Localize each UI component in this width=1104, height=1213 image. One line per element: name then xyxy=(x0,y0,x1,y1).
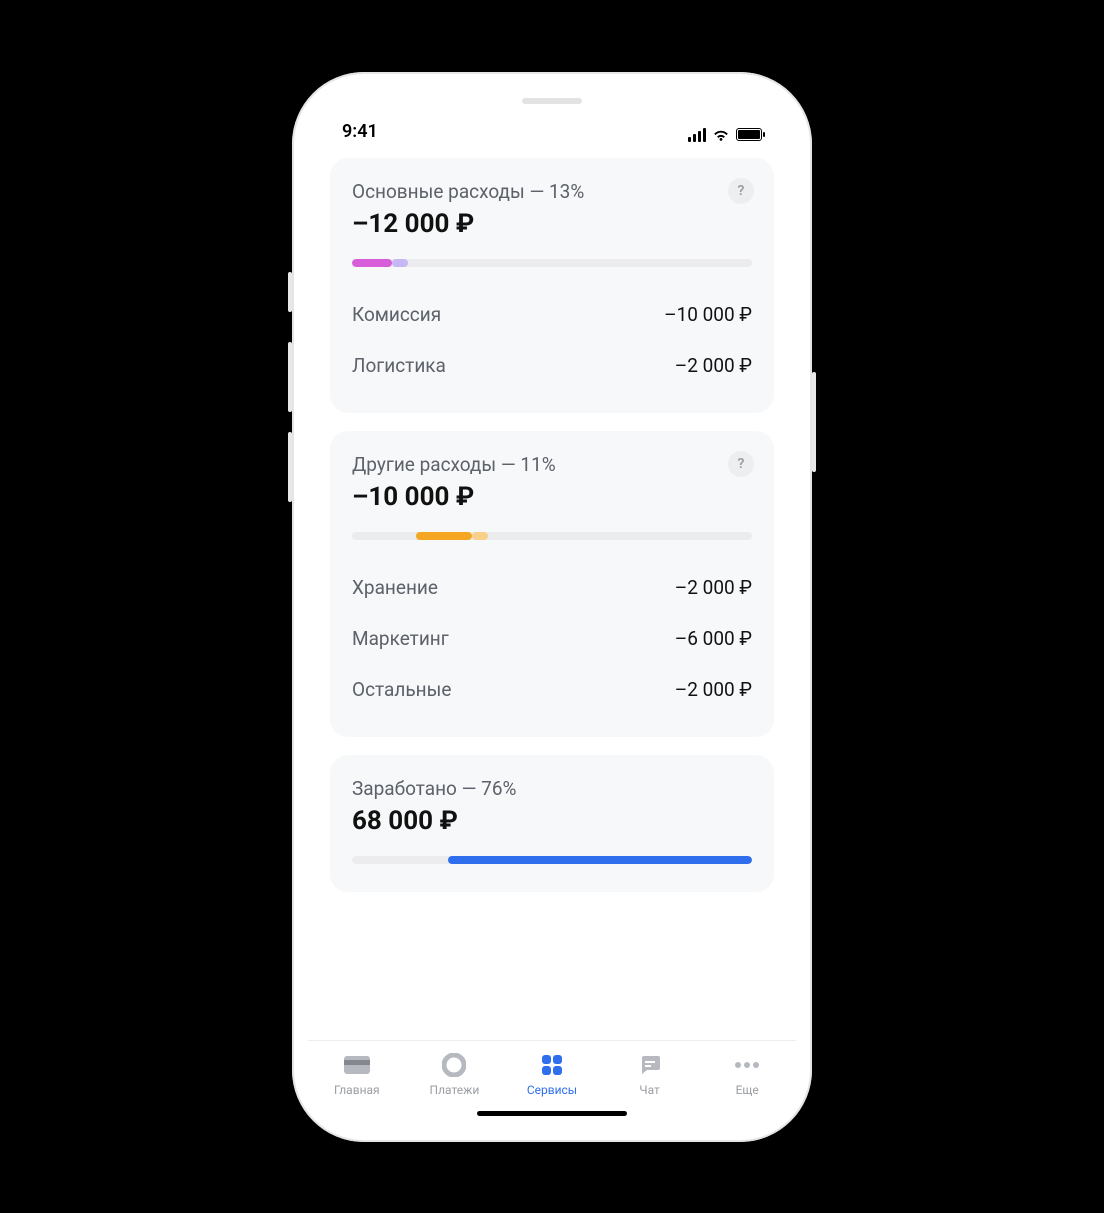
notch xyxy=(462,88,642,118)
chat-icon xyxy=(636,1051,664,1079)
card-main-expenses[interactable]: ? Основные расходы — 13% –12 000 ₽ Комис… xyxy=(330,158,774,413)
line-item[interactable]: Комиссия –10 000 ₽ xyxy=(352,289,752,340)
tab-services[interactable]: Сервисы xyxy=(517,1051,587,1097)
line-item-value: –2 000 ₽ xyxy=(675,576,752,599)
battery-icon xyxy=(736,128,762,141)
home-indicator[interactable] xyxy=(477,1111,627,1116)
tab-label: Чат xyxy=(639,1083,659,1097)
help-icon[interactable]: ? xyxy=(728,178,754,204)
grid-icon xyxy=(538,1051,566,1079)
line-item-label: Хранение xyxy=(352,576,438,599)
line-item[interactable]: Маркетинг –6 000 ₽ xyxy=(352,613,752,664)
line-item-value: –2 000 ₽ xyxy=(675,354,752,377)
tab-payments[interactable]: Платежи xyxy=(419,1051,489,1097)
line-item-label: Логистика xyxy=(352,354,446,377)
line-item-label: Остальные xyxy=(352,678,451,701)
dots-icon xyxy=(733,1051,761,1079)
line-item-value: –6 000 ₽ xyxy=(675,627,752,650)
card-earned[interactable]: Заработано — 76% 68 000 ₽ xyxy=(330,755,774,892)
line-items: Комиссия –10 000 ₽ Логистика –2 000 ₽ xyxy=(352,289,752,391)
phone-screen: 9:41 ? Основные расходы — 13% –12 000 ₽ … xyxy=(308,88,796,1126)
tab-label: Еще xyxy=(736,1083,759,1097)
line-item[interactable]: Остальные –2 000 ₽ xyxy=(352,664,752,715)
card-other-expenses[interactable]: ? Другие расходы — 11% –10 000 ₽ Хранени… xyxy=(330,431,774,737)
signal-icon xyxy=(688,128,706,142)
card-amount: 68 000 ₽ xyxy=(352,806,752,836)
card-amount: –10 000 ₽ xyxy=(352,482,752,512)
card-icon xyxy=(343,1051,371,1079)
line-item[interactable]: Логистика –2 000 ₽ xyxy=(352,340,752,391)
card-title: Другие расходы — 11% xyxy=(352,453,752,476)
card-title: Основные расходы — 13% xyxy=(352,180,752,203)
status-time: 9:41 xyxy=(342,121,378,142)
progress-bar xyxy=(352,259,752,267)
tab-home[interactable]: Главная xyxy=(322,1051,392,1097)
line-item-value: –2 000 ₽ xyxy=(675,678,752,701)
phone-frame: 9:41 ? Основные расходы — 13% –12 000 ₽ … xyxy=(292,72,812,1142)
help-icon[interactable]: ? xyxy=(728,451,754,477)
content: ? Основные расходы — 13% –12 000 ₽ Комис… xyxy=(308,144,796,1040)
line-item-label: Маркетинг xyxy=(352,627,449,650)
tab-label: Сервисы xyxy=(527,1083,577,1097)
tab-more[interactable]: Еще xyxy=(712,1051,782,1097)
line-items: Хранение –2 000 ₽ Маркетинг –6 000 ₽ Остальн… xyxy=(352,562,752,715)
wifi-icon xyxy=(712,128,730,142)
tab-label: Платежи xyxy=(430,1083,480,1097)
circle-icon xyxy=(440,1051,468,1079)
line-item[interactable]: Хранение –2 000 ₽ xyxy=(352,562,752,613)
tab-label: Главная xyxy=(334,1083,380,1097)
card-amount: –12 000 ₽ xyxy=(352,209,752,239)
line-item-label: Комиссия xyxy=(352,303,441,326)
tab-chat[interactable]: Чат xyxy=(615,1051,685,1097)
card-title: Заработано — 76% xyxy=(352,777,752,800)
progress-bar xyxy=(352,532,752,540)
line-item-value: –10 000 ₽ xyxy=(664,303,752,326)
progress-bar xyxy=(352,856,752,864)
